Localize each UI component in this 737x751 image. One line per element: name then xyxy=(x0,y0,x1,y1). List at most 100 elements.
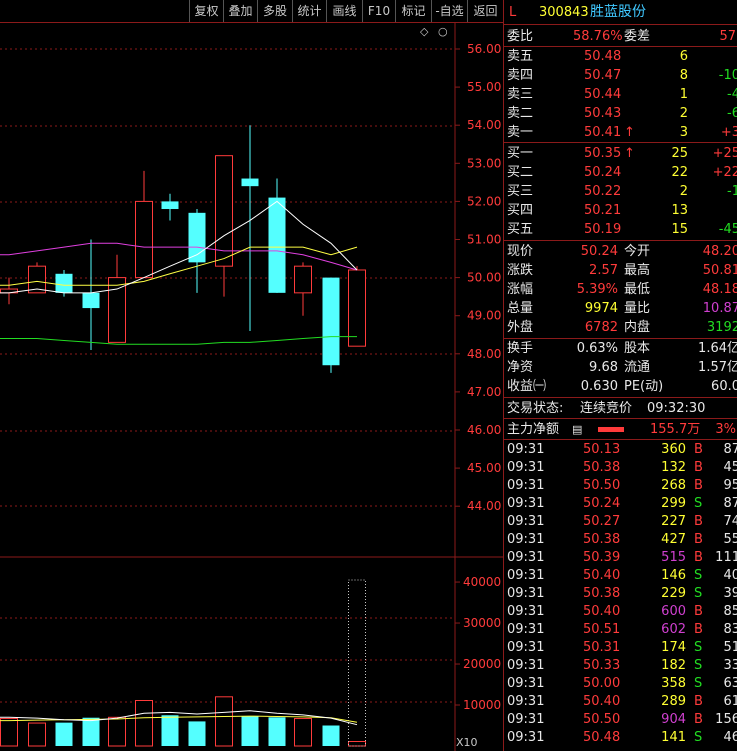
tick-row: 09:31 50.48 141 S 46 xyxy=(504,729,737,747)
tick-side: B xyxy=(694,532,703,547)
tick-time: 09:31 xyxy=(507,622,545,637)
stat-row: 收益㈠ 0.630 PE(动) 60.0 xyxy=(504,377,737,396)
tick-row: 09:31 50.27 227 B 74 xyxy=(504,513,737,531)
trade-status-row: 交易状态: 连续竞价 09:32:30 xyxy=(504,399,737,418)
tick-count: 95 xyxy=(723,478,737,493)
volume-bar-up xyxy=(348,740,366,747)
toolbar-button-8[interactable]: 返回 xyxy=(467,0,503,22)
stat-value: 6782 xyxy=(584,320,618,335)
tick-count: 39 xyxy=(723,586,737,601)
tick-volume: 229 xyxy=(661,586,686,601)
ask-row[interactable]: 卖二 50.43 2 -6 xyxy=(504,104,737,123)
volume-bar-up xyxy=(294,718,312,747)
list-icon[interactable]: ▤ xyxy=(572,420,582,439)
ask-change: -4 xyxy=(727,87,737,102)
stock-code: 300843 xyxy=(539,5,589,20)
tick-time: 09:31 xyxy=(507,496,545,511)
tick-side: S xyxy=(694,640,703,655)
tick-volume: 360 xyxy=(661,442,686,457)
stat-label: 量比 xyxy=(624,301,651,316)
toolbar-button-7[interactable]: -自选 xyxy=(431,0,467,22)
stat-label: 涨跌 xyxy=(507,263,534,278)
tick-time: 09:31 xyxy=(507,442,545,457)
tick-row: 09:31 50.13 360 B 87 xyxy=(504,441,737,459)
tick-side: B xyxy=(694,514,703,529)
stat-value: 0.63% xyxy=(576,341,618,356)
kline-chart[interactable]: 56.00 55.00 54.00 53.00 52.00 51.00 50.00 49.00… xyxy=(0,22,503,751)
tick-volume: 174 xyxy=(661,640,686,655)
bid-row[interactable]: 买一 50.35 ↑ 25 +25 xyxy=(504,144,737,163)
toolbar-button-6[interactable]: 标记 xyxy=(395,0,431,22)
tick-time: 09:31 xyxy=(507,532,545,547)
tick-side: B xyxy=(694,460,703,475)
tick-price: 50.40 xyxy=(583,568,621,583)
tick-row: 09:31 50.40 600 B 85 xyxy=(504,603,737,621)
tick-time: 09:31 xyxy=(507,712,545,727)
tick-count: 40 xyxy=(723,568,737,583)
tick-side: S xyxy=(694,496,703,511)
tick-count: 63 xyxy=(723,676,737,691)
tick-volume: 132 xyxy=(661,460,686,475)
bid-price: 50.24 xyxy=(584,165,622,180)
volume-bar-up xyxy=(108,716,126,747)
tick-row: 09:31 50.50 268 B 95 xyxy=(504,477,737,495)
bid-volume: 25 xyxy=(671,146,688,161)
candle-body-up xyxy=(135,200,153,279)
volume-bar-down xyxy=(82,717,100,746)
toolbar-button-5[interactable]: F10 xyxy=(362,0,395,22)
bid-row[interactable]: 买二 50.24 22 +22 xyxy=(504,163,737,182)
price-tick-label: 51.00 xyxy=(467,233,501,247)
stat-value: 50.24 xyxy=(580,244,618,259)
stat-value: 1.64亿 xyxy=(698,341,737,356)
toolbar-button-2[interactable]: 多股 xyxy=(257,0,292,22)
bid-change: -45 xyxy=(718,222,737,237)
price-tick-label: 53.00 xyxy=(467,156,501,170)
tick-row: 09:31 50.38 427 B 55 xyxy=(504,531,737,549)
candle-body-up xyxy=(348,269,366,347)
diamond-icon[interactable]: ◇ xyxy=(420,25,429,38)
ask-row[interactable]: 卖三 50.44 1 -4 xyxy=(504,85,737,104)
bid-row[interactable]: 买四 50.21 13 xyxy=(504,201,737,220)
volume-bar-down xyxy=(188,721,206,746)
bid-volume: 13 xyxy=(671,203,688,218)
toolbar-button-1[interactable]: 叠加 xyxy=(223,0,257,22)
tick-side: B xyxy=(694,478,703,493)
ask-row[interactable]: 卖五 50.48 6 xyxy=(504,47,737,66)
stat-row: 外盘 6782 内盘 3192 xyxy=(504,318,737,337)
toolbar-button-3[interactable]: 统计 xyxy=(292,0,326,22)
tick-volume: 289 xyxy=(661,694,686,709)
tick-price: 50.51 xyxy=(583,622,621,637)
circle-icon[interactable]: ○ xyxy=(438,25,448,38)
candle-body-down xyxy=(322,277,340,366)
tick-side: S xyxy=(694,586,703,601)
weibi-value: 58.76% xyxy=(573,29,623,44)
stat-row: 涨跌 2.57 最高 50.81 xyxy=(504,261,737,280)
tick-volume: 268 xyxy=(661,478,686,493)
tick-time: 09:31 xyxy=(507,460,545,475)
volume-bar-down xyxy=(161,715,179,746)
stat-value: 48.20 xyxy=(702,244,737,259)
toolbar-button-4[interactable]: 画线 xyxy=(326,0,362,22)
tick-time: 09:31 xyxy=(507,514,545,529)
bid-row[interactable]: 买三 50.22 2 -1 xyxy=(504,182,737,201)
bid-volume: 22 xyxy=(671,165,688,180)
price-tick-label: 44.00 xyxy=(467,499,501,513)
weibi-row: 委比 58.76% 委差 57 xyxy=(504,27,737,46)
bid-price: 50.35 xyxy=(584,146,622,161)
tick-side: B xyxy=(694,550,703,565)
ask-change: +3 xyxy=(720,125,737,140)
ask-row[interactable]: 卖四 50.47 8 -10 xyxy=(504,66,737,85)
volume-bar-down xyxy=(268,717,286,746)
ask-row[interactable]: 卖一 50.41 ↑ 3 +3 xyxy=(504,123,737,142)
ask-price: 50.44 xyxy=(584,87,622,102)
tick-volume: 515 xyxy=(661,550,686,565)
bid-label: 买一 xyxy=(507,146,534,161)
tick-time: 09:31 xyxy=(507,550,545,565)
tick-price: 50.38 xyxy=(583,586,621,601)
ask-price: 50.48 xyxy=(584,49,622,64)
stat-value: 3192 xyxy=(706,320,737,335)
bid-row[interactable]: 买五 50.19 15 -45 xyxy=(504,220,737,239)
tick-time: 09:31 xyxy=(507,604,545,619)
tick-side: S xyxy=(694,658,703,673)
toolbar-button-0[interactable]: 复权 xyxy=(189,0,223,22)
